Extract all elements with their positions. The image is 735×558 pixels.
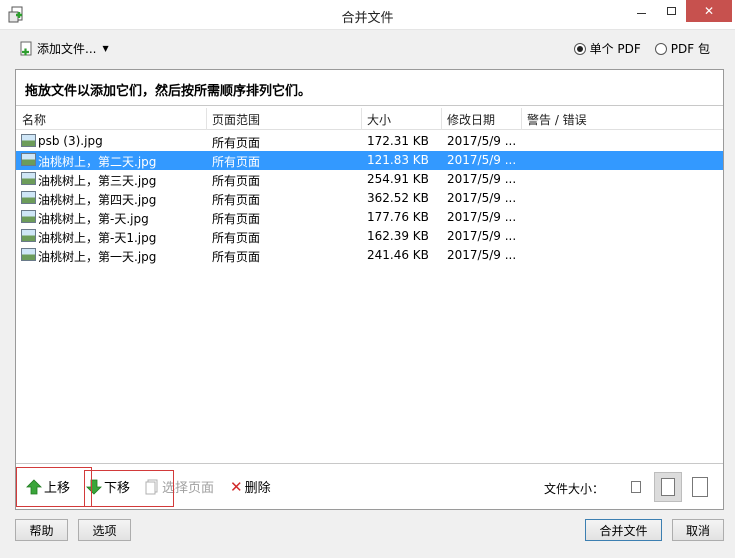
radio-single-pdf[interactable]: 单个 PDF [573, 40, 641, 57]
title-bar: 合并文件 ✕ [0, 0, 735, 30]
add-files-button[interactable]: 添加文件... ▼ [18, 40, 109, 57]
minimize-icon [636, 12, 646, 14]
column-size[interactable]: 大小 [367, 111, 391, 129]
file-date: 2017/5/9 ... [447, 134, 517, 148]
delete-x-icon: ✕ [230, 477, 243, 496]
image-file-icon [21, 191, 36, 204]
table-row[interactable]: 油桃树上，第一天.jpg 所有页面 241.46 KB 2017/5/9 ... [16, 246, 723, 265]
file-date: 2017/5/9 ... [447, 248, 517, 262]
radio-selected-icon [573, 42, 586, 55]
file-size-label: 文件大小： [544, 482, 605, 496]
file-date: 2017/5/9 ... [447, 191, 517, 205]
file-size: 241.46 KB [367, 248, 429, 262]
instruction-text: 拖放文件以添加它们，然后按所需顺序排列它们。 [16, 70, 723, 106]
radio-unselected-icon [654, 42, 667, 55]
file-page-range: 所有页面 [212, 155, 261, 169]
table-row[interactable]: psb (3).jpg 所有页面 172.31 KB 2017/5/9 ... [16, 132, 723, 151]
image-file-icon [21, 134, 36, 147]
file-page-range: 所有页面 [212, 212, 261, 226]
action-bar: 上移 下移 选择页面 ✕ 删除 文件大小： [16, 463, 723, 509]
image-file-icon [21, 172, 36, 185]
table-row[interactable]: 油桃树上，第三天.jpg 所有页面 254.91 KB 2017/5/9 ... [16, 170, 723, 189]
page-large-icon [692, 477, 708, 497]
file-name: 油桃树上，第二天.jpg [38, 155, 157, 169]
column-name[interactable]: 名称 [22, 111, 46, 129]
output-type-group: 单个 PDF PDF 包 [573, 40, 710, 57]
column-modified-date[interactable]: 修改日期 [447, 111, 495, 129]
column-warnings[interactable]: 警告 / 错误 [527, 111, 587, 129]
size-small-option[interactable] [622, 472, 650, 502]
top-toolbar: 添加文件... ▼ 单个 PDF PDF 包 [0, 30, 735, 66]
delete-button[interactable]: ✕ 删除 [230, 477, 271, 497]
help-button[interactable]: 帮助 [15, 519, 68, 541]
table-row-selected[interactable]: 油桃树上，第二天.jpg 所有页面 121.83 KB 2017/5/9 ... [16, 151, 723, 170]
file-name: 油桃树上，第一天.jpg [38, 250, 157, 264]
delete-label: 删除 [244, 481, 271, 496]
file-page-range: 所有页面 [212, 136, 261, 150]
file-page-range: 所有页面 [212, 250, 261, 264]
file-date: 2017/5/9 ... [447, 172, 517, 186]
radio-pdf-package-label: PDF 包 [670, 42, 710, 56]
cancel-button[interactable]: 取消 [672, 519, 724, 541]
file-name: 油桃树上，第三天.jpg [38, 174, 157, 188]
file-name: 油桃树上，第四天.jpg [38, 193, 157, 207]
combine-files-button[interactable]: 合并文件 [585, 519, 662, 541]
file-size: 177.76 KB [367, 210, 429, 224]
list-header: 名称 页面范围 大小 修改日期 警告 / 错误 [16, 108, 723, 130]
file-rows: psb (3).jpg 所有页面 172.31 KB 2017/5/9 ... … [16, 132, 723, 265]
options-button[interactable]: 选项 [78, 519, 131, 541]
image-file-icon [21, 210, 36, 223]
file-name: 油桃树上，第-天.jpg [38, 212, 149, 226]
file-page-range: 所有页面 [212, 174, 261, 188]
maximize-icon [666, 7, 676, 15]
table-row[interactable]: 油桃树上，第四天.jpg 所有页面 362.52 KB 2017/5/9 ... [16, 189, 723, 208]
file-date: 2017/5/9 ... [447, 153, 517, 167]
page-small-icon [631, 481, 641, 493]
file-name: 油桃树上，第-天1.jpg [38, 231, 157, 245]
image-file-icon [21, 229, 36, 242]
file-date: 2017/5/9 ... [447, 229, 517, 243]
radio-single-pdf-label: 单个 PDF [589, 42, 641, 56]
minimize-button[interactable] [626, 0, 656, 22]
file-name: psb (3).jpg [38, 134, 103, 148]
image-file-icon [21, 153, 36, 166]
window-title: 合并文件 [341, 11, 394, 26]
file-page-range: 所有页面 [212, 231, 261, 245]
file-size: 172.31 KB [367, 134, 429, 148]
table-row[interactable]: 油桃树上，第-天1.jpg 所有页面 162.39 KB 2017/5/9 ..… [16, 227, 723, 246]
file-size: 121.83 KB [367, 153, 429, 167]
image-file-icon [21, 248, 36, 261]
close-button[interactable]: ✕ [686, 0, 732, 22]
file-size: 254.91 KB [367, 172, 429, 186]
file-page-range: 所有页面 [212, 193, 261, 207]
add-file-icon [20, 41, 32, 55]
add-files-label: 添加文件... [37, 42, 97, 56]
column-page-range[interactable]: 页面范围 [212, 111, 260, 129]
file-list-panel: 拖放文件以添加它们，然后按所需顺序排列它们。 名称 页面范围 大小 修改日期 警… [15, 69, 724, 510]
annotation-box-move-down [84, 470, 174, 507]
table-row[interactable]: 油桃树上，第-天.jpg 所有页面 177.76 KB 2017/5/9 ... [16, 208, 723, 227]
close-icon: ✕ [703, 4, 715, 18]
file-date: 2017/5/9 ... [447, 210, 517, 224]
page-medium-icon [661, 478, 675, 496]
maximize-button[interactable] [656, 0, 686, 22]
chevron-down-icon: ▼ [102, 44, 109, 53]
annotation-box-move-up [16, 467, 92, 507]
size-medium-option[interactable] [654, 472, 682, 502]
radio-pdf-package[interactable]: PDF 包 [654, 40, 710, 57]
file-size: 362.52 KB [367, 191, 429, 205]
size-large-option[interactable] [686, 472, 714, 502]
file-size: 162.39 KB [367, 229, 429, 243]
